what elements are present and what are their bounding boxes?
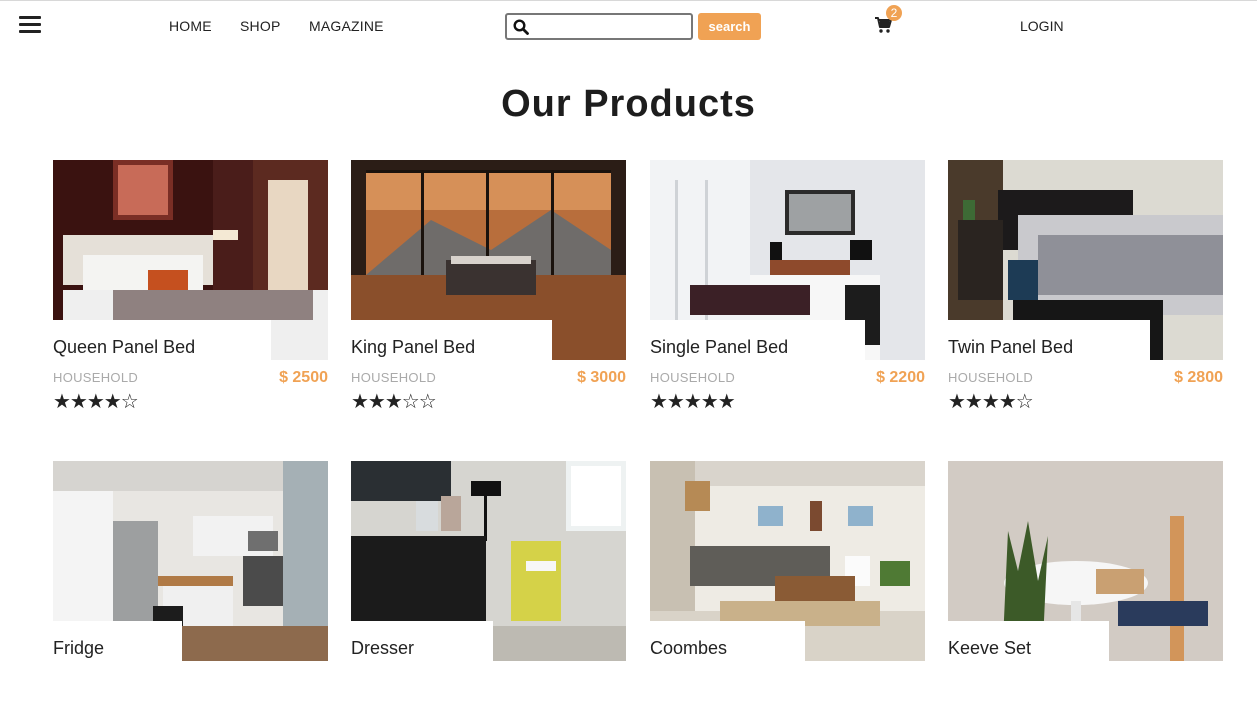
product-card[interactable]: Twin Panel Bed HOUSEHOLD $ 2800 ★★★★☆ [948, 160, 1223, 425]
nav-magazine-link[interactable]: MAGAZINE [309, 18, 384, 34]
star-rating-icon: ★★★★☆ [53, 391, 139, 413]
hamburger-menu-icon[interactable] [19, 15, 41, 35]
product-card[interactable]: King Panel Bed HOUSEHOLD $ 3000 ★★★☆☆ [351, 160, 626, 425]
product-card[interactable]: Dresser [351, 461, 626, 726]
product-category: HOUSEHOLD [53, 370, 139, 385]
star-rating-icon: ★★★★☆ [948, 391, 1034, 413]
product-title[interactable]: Queen Panel Bed [53, 337, 195, 358]
product-price: $ 2800 [1174, 369, 1223, 386]
search-icon [513, 19, 529, 35]
top-border [0, 0, 1257, 1]
search-button[interactable]: search [698, 13, 761, 40]
nav-shop-link[interactable]: SHOP [240, 18, 280, 34]
product-title[interactable]: King Panel Bed [351, 337, 475, 358]
product-card[interactable]: Queen Panel Bed HOUSEHOLD $ 2500 ★★★★☆ [53, 160, 328, 425]
product-title[interactable]: Dresser [351, 638, 414, 659]
product-title[interactable]: Twin Panel Bed [948, 337, 1073, 358]
product-price: $ 2200 [876, 369, 925, 386]
product-title[interactable]: Coombes [650, 638, 727, 659]
product-category: HOUSEHOLD [351, 370, 437, 385]
product-card[interactable]: Fridge [53, 461, 328, 726]
product-category: HOUSEHOLD [948, 370, 1034, 385]
product-title[interactable]: Fridge [53, 638, 104, 659]
product-category: HOUSEHOLD [650, 370, 736, 385]
search-box [505, 13, 693, 40]
product-title[interactable]: Keeve Set [948, 638, 1031, 659]
product-price: $ 3000 [577, 369, 626, 386]
product-card[interactable]: Single Panel Bed HOUSEHOLD $ 2200 ★★★★★ [650, 160, 925, 425]
login-link[interactable]: LOGIN [1020, 18, 1064, 34]
star-rating-icon: ★★★★★ [650, 391, 736, 413]
product-title[interactable]: Single Panel Bed [650, 337, 788, 358]
page-title: Our Products [501, 83, 756, 125]
search-input[interactable] [535, 17, 691, 39]
cart-count-badge: 2 [886, 5, 902, 21]
product-card[interactable]: Coombes [650, 461, 925, 726]
product-price: $ 2500 [279, 369, 328, 386]
nav-home-link[interactable]: HOME [169, 18, 212, 34]
star-rating-icon: ★★★☆☆ [351, 391, 437, 413]
product-card[interactable]: Keeve Set [948, 461, 1223, 726]
